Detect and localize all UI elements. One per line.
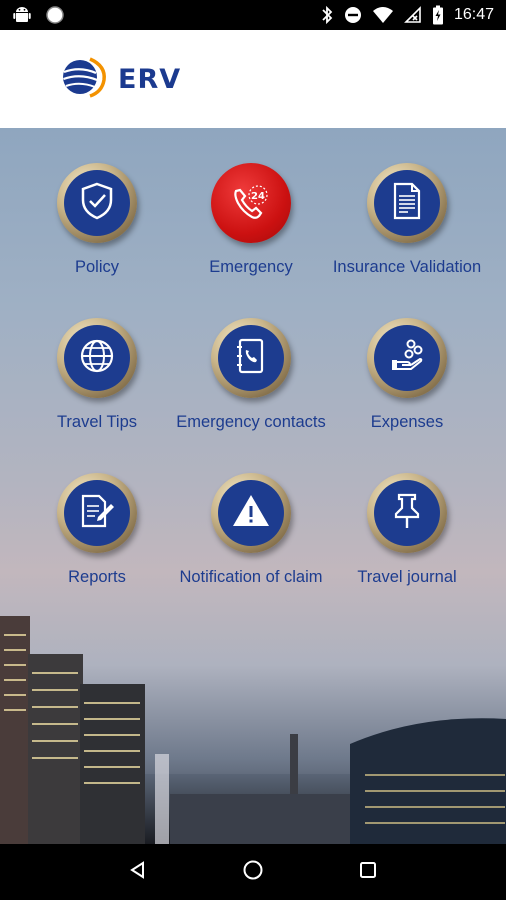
tile-policy-button[interactable] [57, 163, 137, 243]
system-nav-bar [0, 844, 506, 900]
back-icon [128, 860, 148, 885]
tile-label: Travel journal [357, 568, 457, 586]
app-header: ERV [0, 30, 506, 128]
phone-24-icon: 24 [228, 179, 274, 228]
tile-reports-button[interactable] [57, 473, 137, 553]
tile-reports[interactable]: Reports [22, 473, 172, 587]
tile-emergency-contacts-button[interactable] [211, 318, 291, 398]
shield-check-icon [78, 181, 116, 226]
hand-coins-icon [387, 336, 427, 381]
report-edit-icon [77, 491, 117, 536]
main-menu-area: Policy 24 Emergency Insurance Validation… [0, 128, 506, 844]
recents-icon [358, 860, 378, 885]
tile-policy[interactable]: Policy [22, 163, 172, 277]
city-skyline-image [0, 616, 506, 844]
erv-globe-logo-icon [60, 56, 108, 103]
tile-label: Emergency contacts [176, 413, 326, 431]
tile-label: Reports [68, 568, 126, 586]
android-icon [12, 5, 32, 25]
tile-label: Emergency [209, 258, 293, 276]
document-icon [390, 181, 424, 226]
tile-insurance-validation[interactable]: Insurance Validation [332, 163, 482, 277]
tile-emergency-button[interactable]: 24 [211, 163, 291, 243]
tile-travel-journal-button[interactable] [367, 473, 447, 553]
erv-logo[interactable]: ERV [60, 56, 181, 103]
tile-label: Insurance Validation [332, 258, 482, 276]
tile-label: Policy [74, 258, 119, 276]
status-bar: 16:47 [0, 0, 506, 30]
tile-travel-tips[interactable]: Travel Tips [22, 318, 172, 432]
tile-travel-tips-button[interactable] [57, 318, 137, 398]
status-right: 16:47 [320, 5, 494, 25]
svg-text:24: 24 [251, 191, 265, 202]
recents-button[interactable] [348, 852, 388, 892]
wifi-icon [372, 6, 394, 24]
home-icon [242, 859, 264, 886]
circle-notification-icon [46, 6, 64, 24]
back-button[interactable] [118, 852, 158, 892]
tile-label: Travel Tips [56, 413, 138, 431]
bluetooth-icon [320, 5, 334, 25]
battery-charging-icon [432, 5, 444, 25]
tile-expenses[interactable]: Expenses [332, 318, 482, 432]
status-left [12, 5, 64, 25]
status-time: 16:47 [453, 6, 494, 23]
warning-triangle-icon [230, 491, 272, 536]
tile-notification-of-claim[interactable]: Notification of claim [176, 473, 326, 587]
tile-travel-journal[interactable]: Travel journal [332, 473, 482, 587]
tile-notification-of-claim-button[interactable] [211, 473, 291, 553]
no-signal-icon [404, 6, 422, 24]
tile-label: Expenses [370, 413, 444, 431]
tile-emergency-contacts[interactable]: Emergency contacts [176, 318, 326, 432]
home-button[interactable] [233, 852, 273, 892]
logo-text: ERV [118, 63, 182, 95]
globe-icon [77, 336, 117, 381]
tile-emergency[interactable]: 24 Emergency [176, 163, 326, 277]
do-not-disturb-icon [344, 6, 362, 24]
tile-insurance-validation-button[interactable] [367, 163, 447, 243]
tile-label: Notification of claim [179, 568, 323, 586]
pushpin-icon [389, 491, 425, 536]
address-book-icon [233, 336, 269, 381]
tile-expenses-button[interactable] [367, 318, 447, 398]
